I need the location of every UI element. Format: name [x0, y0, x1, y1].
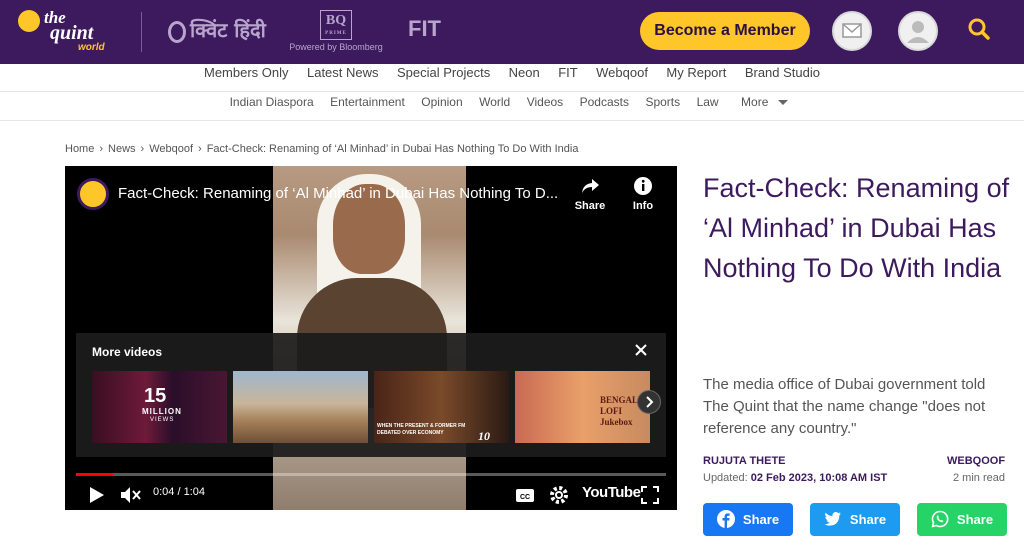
thumb-badge: 10: [478, 429, 490, 443]
nav-item-opinion[interactable]: Opinion: [421, 95, 462, 109]
nav-item-law[interactable]: Law: [697, 95, 719, 109]
whatsapp-share-button[interactable]: Share: [917, 503, 1007, 536]
video-info-label: Info: [632, 200, 654, 212]
facebook-share-button[interactable]: Share: [703, 503, 793, 536]
secondary-nav: Indian Diaspora Entertainment Opinion Wo…: [0, 93, 1024, 121]
bq-mark: BQ: [325, 13, 347, 28]
hindi-q-icon: [168, 20, 186, 43]
bq-sub: PRIME: [325, 31, 347, 36]
whatsapp-share-label: Share: [956, 512, 994, 527]
nav-item-sports[interactable]: Sports: [645, 95, 680, 109]
nav-item-neon[interactable]: Neon: [509, 65, 540, 80]
video-info-button[interactable]: Info: [623, 176, 663, 212]
the-quint-world-logo[interactable]: the quint world: [18, 8, 110, 56]
chevron-down-icon: [778, 100, 789, 106]
breadcrumb-current[interactable]: Fact-Check: Renaming of ‘Al Minhad’ in D…: [207, 143, 579, 155]
video-time: 0:04 / 1:04: [153, 486, 205, 498]
primary-nav: Members Only Latest News Special Project…: [0, 64, 1024, 92]
close-icon[interactable]: [632, 341, 650, 359]
thumb-million: MILLION: [142, 407, 182, 416]
breadcrumb-webqoof[interactable]: Webqoof: [149, 143, 193, 155]
bq-logo: BQ PRIME: [320, 10, 352, 40]
author-name[interactable]: RUJUTA THETE: [703, 455, 786, 467]
top-header: the quint world क्विंट हिंदी BQ PRIME Pow…: [0, 0, 1024, 64]
more-video-thumbnail[interactable]: WHEN THE PRESENT & FORMER FM DEBATED OVE…: [374, 371, 509, 443]
twitter-share-label: Share: [849, 512, 887, 527]
twitter-share-button[interactable]: Share: [810, 503, 900, 536]
nav-item-more[interactable]: More: [735, 95, 794, 109]
logo-world: world: [78, 42, 105, 53]
user-icon[interactable]: [898, 11, 938, 51]
search-icon[interactable]: [964, 14, 994, 44]
video-title[interactable]: Fact-Check: Renaming of ‘Al Minhad’ in D…: [118, 185, 578, 202]
fit-link[interactable]: FIT: [408, 16, 441, 42]
nav-item-my-report[interactable]: My Report: [666, 65, 726, 80]
nav-item-members-only[interactable]: Members Only: [204, 65, 289, 80]
read-time: 2 min read: [953, 472, 1005, 484]
channel-avatar[interactable]: [77, 178, 109, 210]
breadcrumb-home[interactable]: Home: [65, 143, 94, 155]
facebook-icon: [716, 510, 735, 529]
facebook-share-label: Share: [742, 512, 780, 527]
fullscreen-icon[interactable]: [639, 484, 661, 506]
thumb-number: 15: [144, 385, 167, 407]
thumb-views: VIEWS: [150, 417, 175, 423]
nav-item-fit[interactable]: FIT: [558, 65, 578, 80]
bq-powered-by: Powered by Bloomberg: [289, 42, 383, 52]
nav-item-webqoof[interactable]: Webqoof: [596, 65, 648, 80]
play-icon[interactable]: [85, 484, 107, 506]
article-subhead: The media office of Dubai government tol…: [703, 376, 986, 437]
nav-item-brand-studio[interactable]: Brand Studio: [745, 65, 820, 80]
whatsapp-icon: [931, 510, 949, 528]
twitter-icon: [824, 512, 841, 526]
chevron-right-icon: ›: [140, 143, 145, 155]
chevron-right-icon: ›: [198, 143, 202, 155]
nav-item-world[interactable]: World: [479, 95, 510, 109]
video-share-button[interactable]: Share: [570, 176, 610, 212]
updated-label: Updated:: [703, 472, 748, 484]
share-arrow-icon: [582, 179, 599, 193]
thumb-caption: WHEN THE PRESENT & FORMER FM DEBATED OVE…: [377, 423, 466, 436]
header-divider: [141, 12, 142, 52]
video-share-label: Share: [574, 200, 606, 212]
more-videos-title: More videos: [92, 345, 163, 359]
info-icon: [634, 177, 652, 195]
quint-hindi-link[interactable]: क्विंट हिंदी: [168, 16, 266, 44]
more-video-thumbnail[interactable]: [233, 371, 368, 443]
youtube-logo[interactable]: YouTube: [582, 484, 641, 501]
nav-item-more-label: More: [741, 95, 769, 109]
captions-icon[interactable]: CC: [514, 484, 536, 506]
nav-item-podcasts[interactable]: Podcasts: [580, 95, 629, 109]
breadcrumb-news[interactable]: News: [108, 143, 136, 155]
article-headline: Fact-Check: Renaming of ‘Al Minhad’ in D…: [703, 173, 1010, 283]
nav-item-entertainment[interactable]: Entertainment: [330, 95, 405, 109]
more-videos-panel: More videos 15 MILLION VIEWS WHEN THE PR…: [76, 333, 666, 457]
updated-value: 02 Feb 2023, 10:08 AM IST: [750, 472, 888, 484]
bq-prime-link[interactable]: BQ PRIME Powered by Bloomberg: [286, 10, 386, 56]
more-video-thumbnail[interactable]: 15 MILLION VIEWS: [92, 371, 227, 443]
nav-item-latest-news[interactable]: Latest News: [307, 65, 379, 80]
breadcrumb: Home › News › Webqoof › Fact-Check: Renaming o…: [65, 143, 578, 155]
video-progress-fill: [76, 473, 113, 476]
nav-item-indian-diaspora[interactable]: Indian Diaspora: [230, 95, 314, 109]
more-video-thumbnail[interactable]: BENGALI LOFI Jukebox: [515, 371, 650, 443]
hindi-brand-label: क्विंट हिंदी: [190, 18, 266, 42]
settings-gear-icon[interactable]: [548, 484, 570, 506]
svg-text:CC: CC: [520, 494, 530, 501]
chevron-right-icon: ›: [99, 143, 104, 155]
mute-icon[interactable]: [118, 484, 142, 506]
mail-icon[interactable]: [832, 11, 872, 51]
video-player[interactable]: Fact-Check: Renaming of ‘Al Minhad’ in D…: [65, 166, 677, 510]
video-progress-bar[interactable]: [76, 473, 666, 476]
article-category[interactable]: WEBQOOF: [947, 455, 1005, 467]
updated-timestamp: Updated: 02 Feb 2023, 10:08 AM IST: [703, 472, 887, 484]
nav-item-videos[interactable]: Videos: [527, 95, 563, 109]
chevron-right-icon[interactable]: [637, 390, 661, 414]
quint-q-icon: [18, 10, 40, 32]
nav-item-special-projects[interactable]: Special Projects: [397, 65, 490, 80]
become-member-button[interactable]: Become a Member: [640, 12, 810, 50]
